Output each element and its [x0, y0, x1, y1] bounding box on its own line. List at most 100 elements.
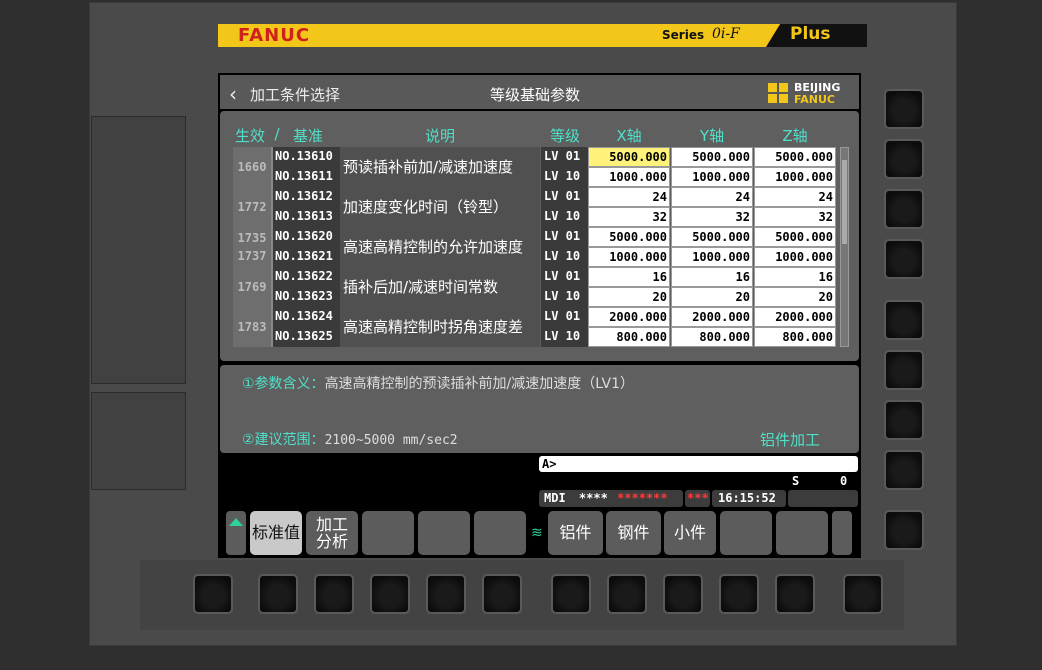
beijing-fanuc-logo: BEIJING FANUC — [768, 81, 858, 107]
bottom-hardkey-11[interactable] — [775, 574, 815, 614]
value-cell-z[interactable]: 1000.000 — [754, 247, 836, 267]
value-cell-x[interactable]: 5000.000 — [588, 227, 670, 247]
right-hardkey-8[interactable] — [884, 450, 924, 490]
table-scrollbar[interactable] — [840, 147, 849, 347]
param-description: 高速高精控制时拐角速度差 — [340, 307, 540, 347]
param-id-1735: 1735 — [237, 231, 267, 245]
header-x-axis: X轴 — [616, 127, 642, 145]
softkey-prev[interactable] — [226, 511, 246, 555]
right-hardkey-3[interactable] — [884, 189, 924, 229]
level-cell: LV 10 — [541, 287, 588, 307]
value-cell-z[interactable]: 5000.000 — [754, 147, 836, 167]
bottom-hardkey-1[interactable] — [193, 574, 233, 614]
value-cell-y[interactable]: 1000.000 — [671, 247, 753, 267]
value-cell-y[interactable]: 5000.000 — [671, 147, 753, 167]
softkey-empty-4[interactable] — [418, 511, 470, 555]
right-hardkey-4[interactable] — [884, 239, 924, 279]
bottom-hardkey-8[interactable] — [607, 574, 647, 614]
bottom-hardkey-2[interactable] — [258, 574, 298, 614]
value-cell-z[interactable]: 2000.000 — [754, 307, 836, 327]
bottom-hardkey-3[interactable] — [314, 574, 354, 614]
value-cell-z[interactable]: 32 — [754, 207, 836, 227]
header-y-axis: Y轴 — [699, 127, 725, 145]
status-blank-field — [788, 490, 858, 507]
right-hardkey-9[interactable] — [884, 510, 924, 550]
bottom-hardkey-9[interactable] — [663, 574, 703, 614]
value-cell-y[interactable]: 20 — [671, 287, 753, 307]
value-cell-z[interactable]: 24 — [754, 187, 836, 207]
softkey-empty-5[interactable] — [474, 511, 526, 555]
value-cell-x[interactable]: 1000.000 — [588, 247, 670, 267]
value-cell-y[interactable]: 5000.000 — [671, 227, 753, 247]
back-to-condition-select[interactable]: 加工条件选择 — [250, 84, 340, 105]
bottom-hardkey-10[interactable] — [719, 574, 759, 614]
value-cell-x[interactable]: 2000.000 — [588, 307, 670, 327]
bottom-hardkey-6[interactable] — [482, 574, 522, 614]
softkey-empty-3[interactable] — [362, 511, 414, 555]
level-cell: LV 10 — [541, 327, 588, 347]
logo-line2: FANUC — [794, 93, 835, 106]
value-cell-y[interactable]: 2000.000 — [671, 307, 753, 327]
value-cell-z[interactable]: 800.000 — [754, 327, 836, 347]
softkey-empty-10[interactable] — [776, 511, 828, 555]
value-cell-x[interactable]: 20 — [588, 287, 670, 307]
value-cell-x[interactable]: 16 — [588, 267, 670, 287]
softkey-small-part[interactable]: 小件 — [664, 511, 716, 555]
header-enable: 生效 — [234, 127, 265, 145]
suggested-range-label: ②建议范围： — [242, 432, 325, 448]
softkey-next[interactable] — [832, 511, 852, 555]
level-cell: LV 01 — [541, 147, 588, 167]
value-cell-y[interactable]: 32 — [671, 207, 753, 227]
header-z-axis: Z轴 — [782, 127, 808, 145]
right-hardkey-1[interactable] — [884, 89, 924, 129]
value-cell-y[interactable]: 16 — [671, 267, 753, 287]
command-input[interactable]: A> — [539, 456, 858, 472]
right-hardkey-2[interactable] — [884, 139, 924, 179]
value-cell-z[interactable]: 5000.000 — [754, 227, 836, 247]
right-hardkey-7[interactable] — [884, 400, 924, 440]
bottom-hardkey-12[interactable] — [843, 574, 883, 614]
param-no: NO.13624 — [273, 307, 340, 327]
value-cell-x[interactable]: 1000.000 — [588, 167, 670, 187]
spindle-label: S — [792, 474, 800, 488]
level-cell: LV 10 — [541, 247, 588, 267]
softkey-steel[interactable]: 钢件 — [606, 511, 661, 555]
param-id-1660: 1660 — [233, 147, 273, 187]
value-cell-x[interactable]: 800.000 — [588, 327, 670, 347]
param-description: 高速高精控制的允许加速度 — [340, 227, 540, 267]
bottom-hardkey-4[interactable] — [370, 574, 410, 614]
softkey-analysis-line2: 分析 — [315, 532, 348, 551]
right-hardkey-5[interactable] — [884, 300, 924, 340]
level-cell: LV 01 — [541, 267, 588, 287]
brand-model: 0i-F — [712, 26, 740, 42]
right-hardkey-6[interactable] — [884, 350, 924, 390]
value-cell-x[interactable]: 32 — [588, 207, 670, 227]
softkey-machining-analysis[interactable]: 加工 分析 — [306, 511, 358, 555]
value-cell-y[interactable]: 24 — [671, 187, 753, 207]
param-no: NO.13611 — [273, 167, 340, 187]
value-cell-z[interactable]: 20 — [754, 287, 836, 307]
value-cell-x-selected[interactable]: 5000.000 — [588, 147, 670, 167]
status-stars-2: ******* — [617, 491, 668, 505]
value-cell-y[interactable]: 1000.000 — [671, 167, 753, 187]
level-cell: LV 01 — [541, 307, 588, 327]
value-cell-z[interactable]: 1000.000 — [754, 167, 836, 187]
value-cell-z[interactable]: 16 — [754, 267, 836, 287]
softkey-aluminum[interactable]: 铝件 — [548, 511, 603, 555]
param-no: NO.13613 — [273, 207, 340, 227]
info-panel: ①参数含义：高速高精控制的预读插补前加/减速加速度（LV1） ②建议范围：210… — [220, 365, 859, 453]
param-no: NO.13623 — [273, 287, 340, 307]
value-cell-y[interactable]: 800.000 — [671, 327, 753, 347]
bottom-hardkey-5[interactable] — [426, 574, 466, 614]
value-cell-x[interactable]: 24 — [588, 187, 670, 207]
scrollbar-thumb[interactable] — [842, 160, 847, 244]
brand-bar: FANUC Series 0i-F Plus — [218, 24, 867, 47]
bottom-hardkey-7[interactable] — [551, 574, 591, 614]
suggested-range-value: 2100~5000 mm/sec2 — [324, 433, 458, 448]
chevron-left-icon[interactable]: ‹ — [229, 82, 237, 106]
softkey-empty-9[interactable] — [720, 511, 772, 555]
softkey-standard-value[interactable]: 标准值 — [250, 511, 302, 555]
param-description: 加速度变化时间（铃型） — [340, 187, 540, 227]
param-meaning: ①参数含义：高速高精控制的预读插补前加/减速加速度（LV1） — [242, 373, 634, 393]
param-id-1737: 1737 — [237, 249, 267, 263]
